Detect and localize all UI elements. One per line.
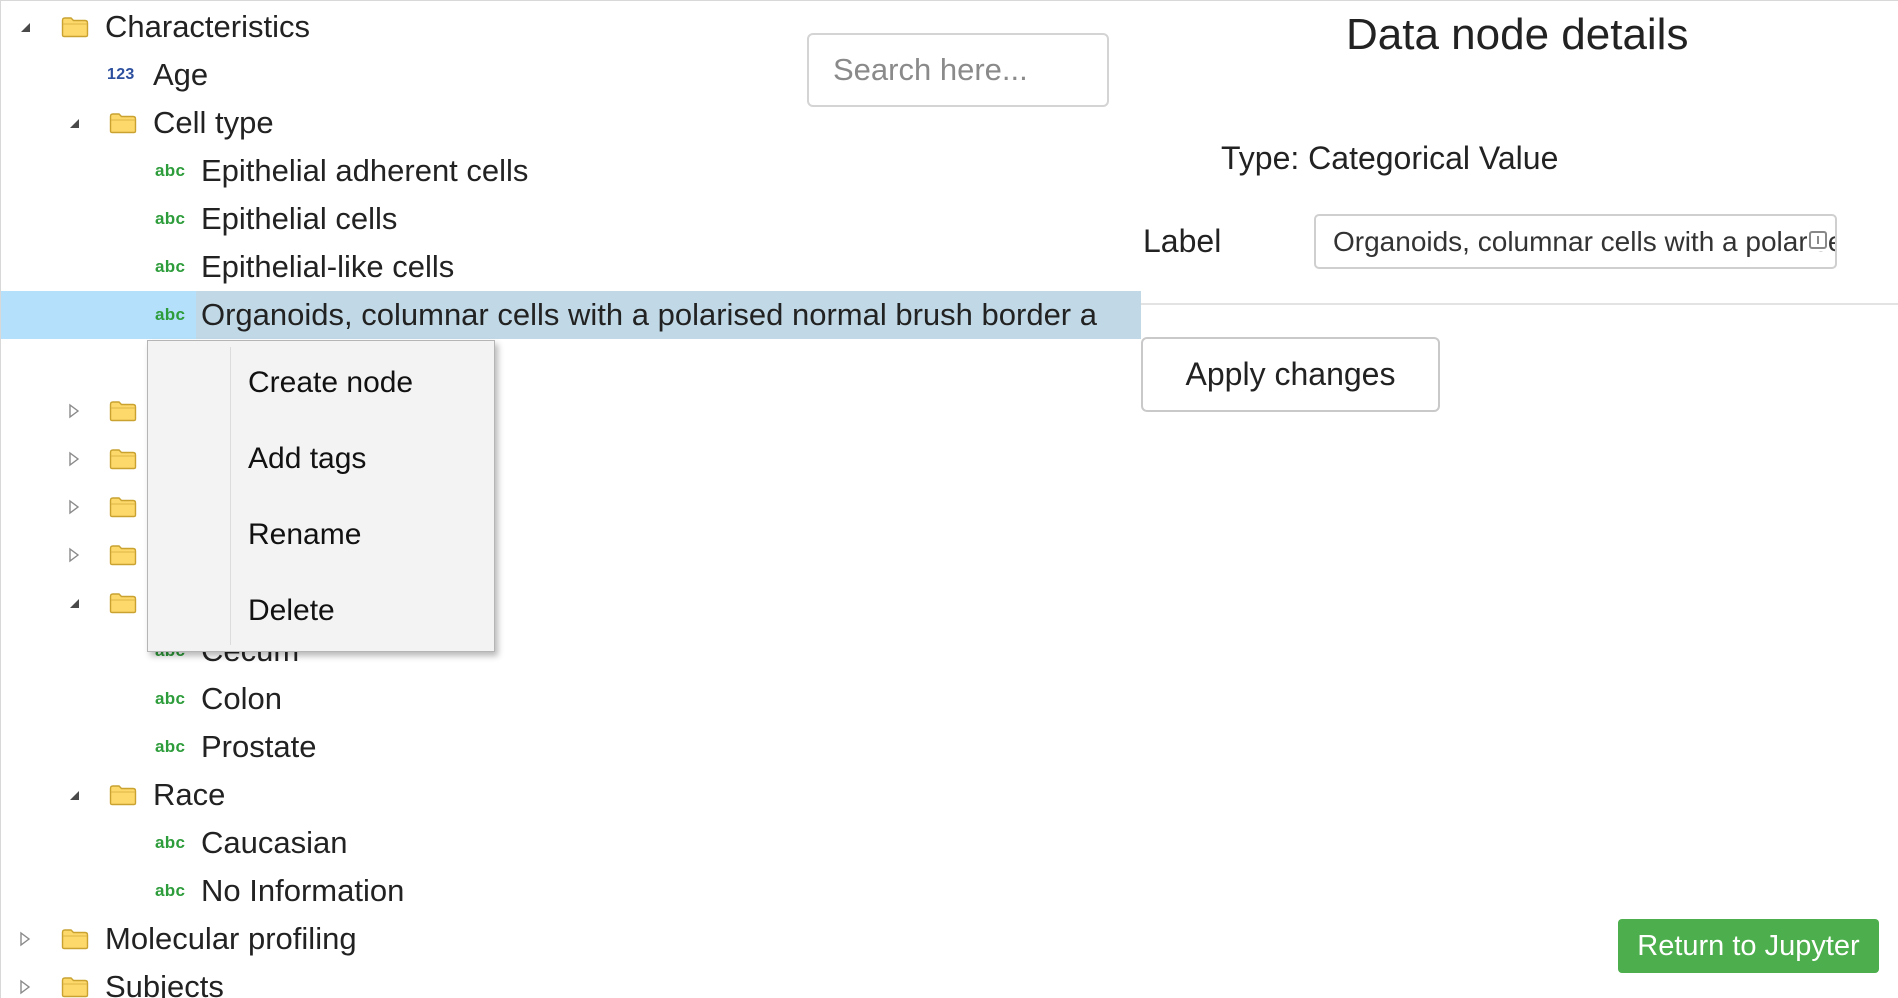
tree-node-label[interactable]: Cell type	[153, 99, 274, 147]
collapsed-arrow-icon[interactable]	[64, 449, 84, 469]
menu-item-label: Create node	[248, 366, 414, 399]
tree-row[interactable]: abc Prostate	[1, 723, 1141, 771]
folder-icon	[109, 496, 137, 518]
folder-icon	[109, 400, 137, 422]
expanded-arrow-icon[interactable]	[64, 593, 84, 613]
menu-item-label: Add tags	[248, 442, 367, 475]
tree-row[interactable]: abc Epithelial adherent cells	[1, 147, 1141, 195]
tree-node-label[interactable]: Characteristics	[105, 3, 310, 51]
categorical-type-icon: abc	[155, 833, 186, 852]
collapsed-arrow-icon[interactable]	[64, 545, 84, 565]
tree-node-label[interactable]: Subjects	[105, 963, 224, 998]
expanded-arrow-icon[interactable]	[64, 113, 84, 133]
label-field[interactable]: Organoids, columnar cells with a polaris…	[1314, 214, 1837, 269]
menu-item-create-node[interactable]: Create node	[148, 345, 494, 421]
details-divider	[1141, 303, 1898, 305]
tree-leaf-label[interactable]: Age	[153, 51, 208, 99]
tree-leaf-label[interactable]: No Information	[201, 867, 404, 915]
folder-icon	[61, 928, 89, 950]
folder-icon	[109, 448, 137, 470]
expanded-arrow-icon[interactable]	[64, 785, 84, 805]
details-title: Data node details	[1346, 10, 1689, 59]
search-input[interactable]	[807, 33, 1109, 107]
categorical-type-icon: abc	[155, 689, 186, 708]
tree-leaf-label[interactable]: Epithelial-like cells	[201, 243, 454, 291]
tree-row[interactable]: abc Epithelial-like cells	[1, 243, 1141, 291]
menu-item-rename[interactable]: Rename	[148, 497, 494, 573]
categorical-type-icon: abc	[155, 209, 186, 228]
tree-leaf-label[interactable]: Colon	[201, 675, 282, 723]
return-to-jupyter-button[interactable]: Return to Jupyter	[1618, 919, 1879, 973]
collapsed-arrow-icon[interactable]	[15, 977, 35, 997]
tree-node-label[interactable]: Molecular profiling	[105, 915, 357, 963]
tree-row[interactable]: Molecular profiling	[1, 915, 1141, 963]
label-field-value[interactable]: Organoids, columnar cells with a polaris…	[1333, 216, 1835, 267]
categorical-type-icon: abc	[155, 305, 186, 324]
context-menu: Create node Add tags Rename Delete	[147, 340, 495, 652]
collapsed-arrow-icon[interactable]	[15, 929, 35, 949]
label-caption: Label	[1143, 223, 1222, 259]
tree-leaf-label[interactable]: Epithelial cells	[201, 195, 397, 243]
categorical-type-icon: abc	[155, 881, 186, 900]
collapsed-arrow-icon[interactable]	[64, 401, 84, 421]
categorical-type-icon: abc	[155, 737, 186, 756]
categorical-type-icon: abc	[155, 161, 186, 180]
app-window: Characteristics 123 Age Cell type abc Epithel…	[0, 0, 1898, 998]
apply-changes-button[interactable]: Apply changes	[1141, 337, 1440, 412]
categorical-type-icon: abc	[155, 257, 186, 276]
tree-leaf-label[interactable]: Caucasian	[201, 819, 347, 867]
tree-row[interactable]: abc Epithelial cells	[1, 195, 1141, 243]
tree-row[interactable]: abc Organoids, columnar cells with a pola…	[1, 291, 1141, 339]
folder-icon	[61, 976, 89, 998]
menu-item-label: Rename	[248, 518, 362, 551]
menu-item-add-tags[interactable]: Add tags	[148, 421, 494, 497]
folder-icon	[61, 16, 89, 38]
expanded-arrow-icon[interactable]	[15, 17, 35, 37]
collapsed-arrow-icon[interactable]	[64, 497, 84, 517]
menu-item-delete[interactable]: Delete	[148, 573, 494, 649]
folder-icon	[109, 784, 137, 806]
folder-icon	[109, 544, 137, 566]
tree-row[interactable]: abc Colon	[1, 675, 1141, 723]
tree-leaf-label[interactable]: Prostate	[201, 723, 316, 771]
tree-row[interactable]: Subjects	[1, 963, 1141, 998]
folder-icon	[109, 112, 137, 134]
menu-item-label: Delete	[248, 594, 335, 627]
tree-leaf-label[interactable]: Organoids, columnar cells with a polaris…	[201, 291, 1097, 339]
tree-row[interactable]: abc Caucasian	[1, 819, 1141, 867]
field-autofill-icon[interactable]	[1807, 229, 1829, 251]
tree-row[interactable]: Race	[1, 771, 1141, 819]
tree-leaf-label[interactable]: Epithelial adherent cells	[201, 147, 528, 195]
tree-node-label[interactable]: Race	[153, 771, 225, 819]
folder-icon	[109, 592, 137, 614]
numeric-type-icon: 123	[107, 66, 135, 83]
tree-row[interactable]: abc No Information	[1, 867, 1141, 915]
node-type-text: Type: Categorical Value	[1221, 140, 1559, 176]
